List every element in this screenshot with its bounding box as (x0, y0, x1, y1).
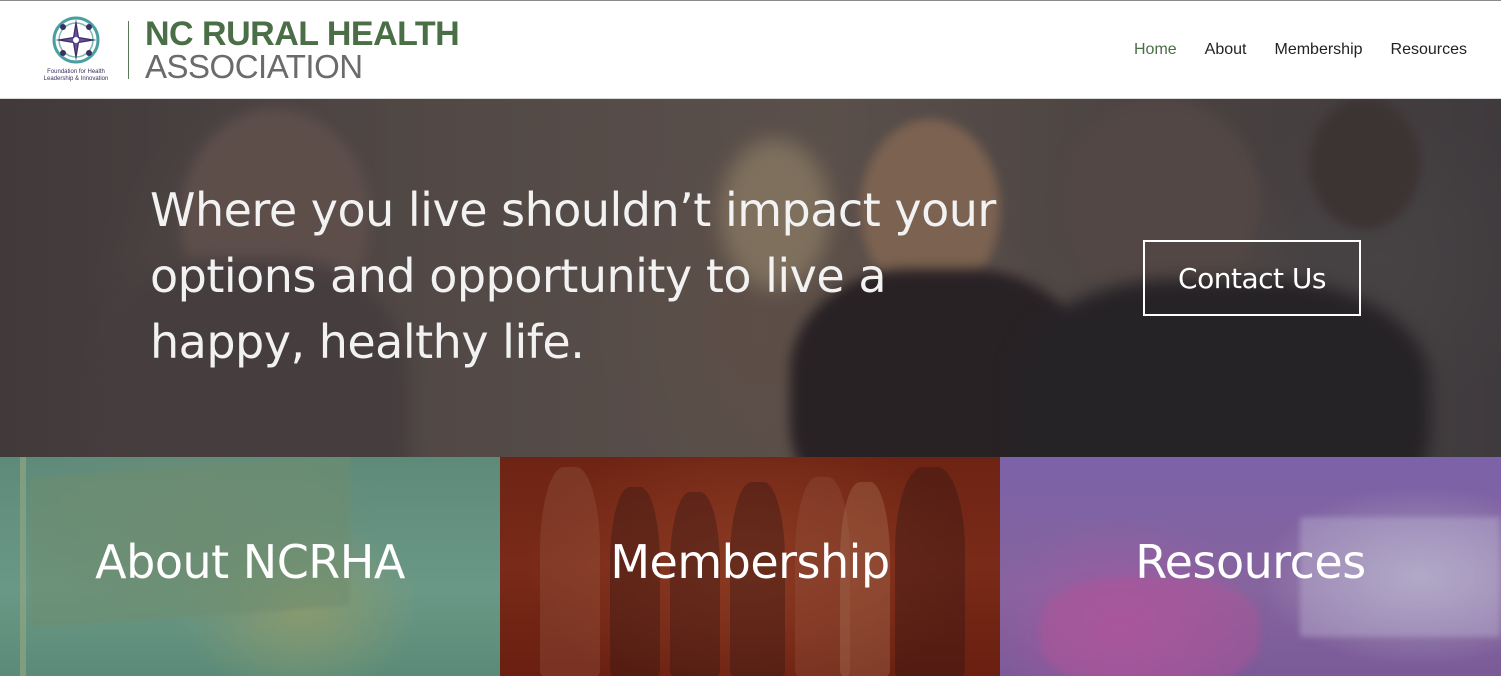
hero-tagline: Where you live shouldn’t impact your opt… (150, 177, 996, 375)
hero-tagline-line: happy, healthy life. (150, 315, 585, 369)
hero-banner: Where you live shouldn’t impact your opt… (0, 99, 1501, 457)
compass-star-icon (52, 16, 100, 64)
nav-about-link[interactable]: About (1205, 40, 1247, 60)
logo-caption-line1: Foundation for Health (47, 69, 105, 75)
resources-label: Resources (1135, 535, 1366, 589)
site-title[interactable]: NC RURAL HEALTH (145, 16, 460, 52)
resources-tile[interactable]: Resources (1000, 457, 1501, 676)
hero-tagline-line: options and opportunity to live a (150, 249, 887, 303)
nav-membership-link[interactable]: Membership (1274, 40, 1362, 60)
site-subtitle[interactable]: ASSOCIATION (145, 50, 363, 84)
membership-label: Membership (610, 535, 890, 589)
logo-divider (128, 21, 129, 79)
contact-us-button[interactable]: Contact Us (1143, 240, 1361, 316)
hero-tagline-line: Where you live shouldn’t impact your (150, 183, 996, 237)
nav-resources-link[interactable]: Resources (1391, 40, 1467, 60)
about-ncrha-tile[interactable]: About NCRHA (0, 457, 500, 676)
foundation-logo[interactable]: Foundation for Health Leadership & Innov… (36, 15, 116, 87)
logo-caption: Foundation for Health Leadership & Innov… (36, 69, 116, 83)
membership-tile[interactable]: Membership (500, 457, 1000, 676)
site-header: Foundation for Health Leadership & Innov… (0, 0, 1501, 99)
nav-home-link[interactable]: Home (1134, 40, 1177, 60)
about-ncrha-label: About NCRHA (95, 535, 405, 589)
main-nav: Home About Membership Resources (1134, 40, 1467, 60)
logo-caption-line2: Leadership & Innovation (43, 76, 109, 82)
produce-image (1040, 577, 1260, 676)
